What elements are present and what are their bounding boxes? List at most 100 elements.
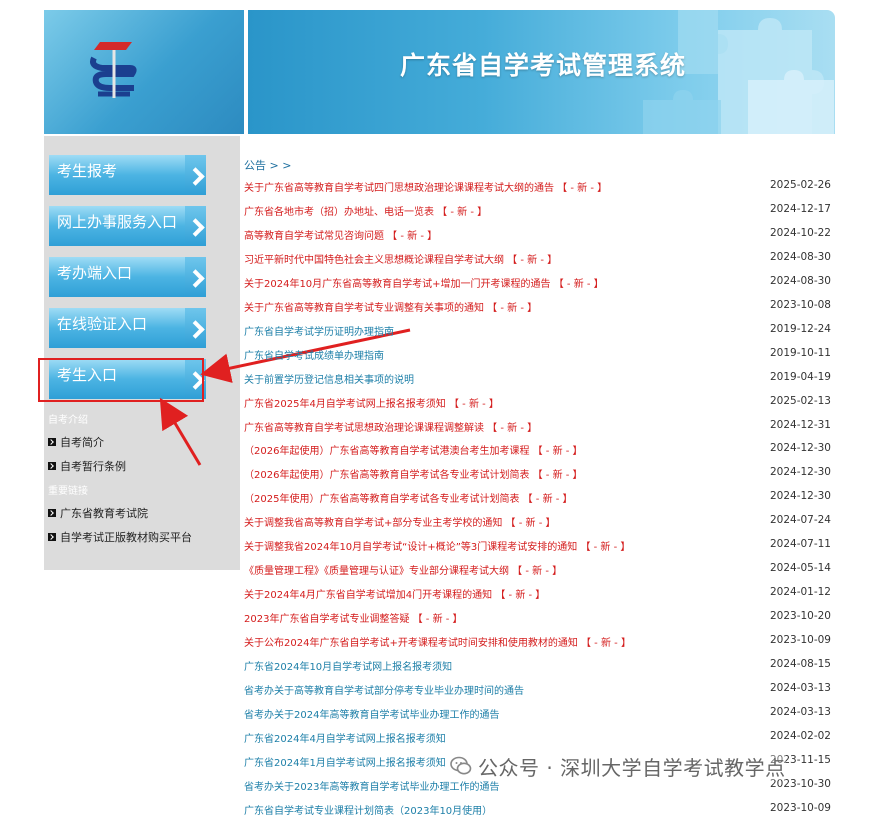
notice-title-link[interactable]: 广东省自学考试学历证明办理指南 <box>244 323 394 338</box>
menu-online-service-button[interactable]: 网上办事服务入口 <box>49 206 205 246</box>
menu-apply-exam-arrow-icon[interactable] <box>185 155 206 195</box>
notice-row: 高等教育自学考试常见咨询问题 【 - 新 - 】 2024-10-22 <box>244 227 831 245</box>
notice-date: 2024-02-02 <box>769 729 831 742</box>
notice-title-link[interactable]: 省考办关于2024年高等教育自学考试毕业办理工作的通告 <box>244 706 499 721</box>
notice-row: （2025年使用）广东省高等教育自学考试各专业考试计划简表 【 - 新 - 】 2… <box>244 490 831 508</box>
bullet-arrow-icon <box>48 533 56 541</box>
notice-row: 广东省2025年4月自学考试网上报名报考须知 【 - 新 - 】 2025-02-… <box>244 395 831 413</box>
notice-row: 《质量管理工程》《质量管理与认证》专业部分课程考试大纲 【 - 新 - 】 202… <box>244 562 831 580</box>
notice-row: 关于调整我省高等教育自学考试+部分专业主考学校的通知 【 - 新 - 】 2024… <box>244 514 831 532</box>
notice-title-link[interactable]: 广东省自学考试专业课程计划简表（2023年10月使用） <box>244 802 492 817</box>
link-textbook-platform[interactable]: 自学考试正版教材购买平台 <box>48 529 192 545</box>
notice-row: 关于2024年10月广东省高等教育自学考试+增加一门开考课程的通告 【 - 新 … <box>244 275 831 293</box>
notice-date: 2024-12-17 <box>769 202 831 215</box>
notice-row: 省考办关于2024年高等教育自学考试毕业办理工作的通告 2024-03-13 <box>244 706 831 724</box>
notice-row: 关于广东省高等教育自学考试专业调整有关事项的通知 【 - 新 - 】 2023-1… <box>244 299 831 317</box>
notice-title-link[interactable]: 省考办关于2023年高等教育自学考试毕业办理工作的通告 <box>244 778 499 793</box>
notice-row: （2026年起使用）广东省高等教育自学考试各专业考试计划简表 【 - 新 - 】… <box>244 466 831 484</box>
notice-date: 2024-01-12 <box>769 586 831 599</box>
notice-title-link[interactable]: 高等教育自学考试常见咨询问题 【 - 新 - 】 <box>244 227 437 242</box>
intro-link-overview[interactable]: 自考简介 <box>48 434 104 450</box>
notice-title-link[interactable]: 关于广东省高等教育自学考试专业调整有关事项的通知 【 - 新 - 】 <box>244 299 537 314</box>
notice-date: 2024-08-30 <box>769 250 831 263</box>
notice-title-link[interactable]: 广东省自学考试成绩单办理指南 <box>244 347 384 362</box>
notice-title-link[interactable]: 广东省2024年4月自学考试网上报名报考须知 <box>244 730 446 745</box>
menu-candidate-entry-button[interactable]: 考生入口 <box>49 359 205 399</box>
intro-link-label: 自考暂行条例 <box>60 460 126 473</box>
notice-row: 广东省2024年10月自学考试网上报名报考须知 2024-08-15 <box>244 658 831 676</box>
wechat-account-icon <box>450 756 472 775</box>
notice-row: 省考办关于高等教育自学考试部分停考专业毕业办理时间的通告 2024-03-13 <box>244 682 831 700</box>
notice-date: 2024-03-13 <box>769 681 831 694</box>
menu-online-service-arrow-icon[interactable] <box>185 206 206 246</box>
sidebar: 考生报考 网上办事服务入口 考办端入口 在线验证入口 考生入口 自考介绍 自考简… <box>44 136 240 570</box>
notice-date: 2025-02-13 <box>769 394 831 407</box>
notice-date: 2024-08-30 <box>769 274 831 287</box>
notice-date: 2025-02-26 <box>769 179 831 191</box>
notice-date: 2019-04-19 <box>769 370 831 383</box>
header-banner: 广东省自学考试管理系统 <box>248 10 835 134</box>
notice-heading-link[interactable]: 公告 > > <box>244 157 291 173</box>
important-link-label: 广东省教育考试院 <box>60 507 148 520</box>
notice-title-link[interactable]: 习近平新时代中国特色社会主义思想概论课程自学考试大纲 【 - 新 - 】 <box>244 251 557 266</box>
page-title: 广东省自学考试管理系统 <box>400 51 687 80</box>
notice-title-link[interactable]: （2026年起使用）广东省高等教育自学考试港澳台考生加考课程 【 - 新 - 】 <box>244 442 583 457</box>
notice-row: 广东省各地市考（招）办地址、电话一览表 【 - 新 - 】 2024-12-17 <box>244 203 831 221</box>
notice-date: 2024-03-13 <box>769 705 831 718</box>
intro-link-label: 自考简介 <box>60 436 104 449</box>
link-education-exam-authority[interactable]: 广东省教育考试院 <box>48 505 148 521</box>
notice-row: 关于前置学历登记信息相关事项的说明 2019-04-19 <box>244 371 831 389</box>
notice-title-link[interactable]: 广东省2025年4月自学考试网上报名报考须知 【 - 新 - 】 <box>244 395 499 410</box>
intro-link-regulations[interactable]: 自考暂行条例 <box>48 458 126 474</box>
notice-date: 2024-12-30 <box>769 466 831 479</box>
menu-online-verify-arrow-icon[interactable] <box>185 308 206 348</box>
notice-row: 广东省自学考试学历证明办理指南 2019-12-24 <box>244 323 831 341</box>
menu-candidate-entry-arrow-icon[interactable] <box>185 359 206 399</box>
notice-date: 2023-10-08 <box>769 298 831 311</box>
notice-title-link[interactable]: 关于2024年4月广东省自学考试增加4门开考课程的通知 【 - 新 - 】 <box>244 586 545 601</box>
notice-date: 2024-08-15 <box>769 658 831 670</box>
notice-title-link[interactable]: 广东省2024年10月自学考试网上报名报考须知 <box>244 658 452 673</box>
notice-title-link[interactable]: 《质量管理工程》《质量管理与认证》专业部分课程考试大纲 【 - 新 - 】 <box>244 562 562 577</box>
notice-date: 2023-10-20 <box>769 610 831 623</box>
logo-panel <box>44 10 244 134</box>
notice-date: 2024-12-30 <box>769 442 831 455</box>
notice-row: 关于调整我省2024年10月自学考试“设计+概论”等3门课程考试安排的通知 【 … <box>244 538 831 556</box>
notice-title-link[interactable]: （2025年使用）广东省高等教育自学考试各专业考试计划简表 【 - 新 - 】 <box>244 490 573 505</box>
notice-title-link[interactable]: 关于广东省高等教育自学考试四门思想政治理论课课程考试大纲的通告 【 - 新 - … <box>244 179 607 194</box>
notice-title-link[interactable]: 广东省各地市考（招）办地址、电话一览表 【 - 新 - 】 <box>244 203 487 218</box>
notice-date: 2023-10-09 <box>769 634 831 647</box>
intro-section-heading: 自考介绍 <box>48 415 88 426</box>
watermark-text: 公众号 · 深圳大学自学考试教学点 <box>478 755 786 780</box>
notice-title-link[interactable]: 2023年广东省自学考试专业调整答疑 【 - 新 - 】 <box>244 610 463 625</box>
notice-date: 2024-07-11 <box>769 538 831 551</box>
notice-title-link[interactable]: 广东省高等教育自学考试思想政治理论课课程调整解读 【 - 新 - 】 <box>244 419 537 434</box>
notice-title-link[interactable]: 关于前置学历登记信息相关事项的说明 <box>244 371 414 386</box>
menu-online-verify-button[interactable]: 在线验证入口 <box>49 308 205 348</box>
notice-row: 广东省高等教育自学考试思想政治理论课课程调整解读 【 - 新 - 】 2024-1… <box>244 419 831 437</box>
bullet-arrow-icon <box>48 509 56 517</box>
menu-exam-office-button[interactable]: 考办端入口 <box>49 257 205 297</box>
notice-date: 2024-12-31 <box>769 418 831 431</box>
notice-row: 习近平新时代中国特色社会主义思想概论课程自学考试大纲 【 - 新 - 】 2024… <box>244 251 831 269</box>
notice-title-link[interactable]: （2026年起使用）广东省高等教育自学考试各专业考试计划简表 【 - 新 - 】 <box>244 466 583 481</box>
exam-authority-logo-icon <box>90 42 137 98</box>
notice-title-link[interactable]: 关于调整我省高等教育自学考试+部分专业主考学校的通知 【 - 新 - 】 <box>244 514 556 529</box>
menu-apply-exam-button[interactable]: 考生报考 <box>49 155 205 195</box>
notice-title-link[interactable]: 关于调整我省2024年10月自学考试“设计+概论”等3门课程考试安排的通知 【 … <box>244 538 630 553</box>
notice-row: 关于公布2024年广东省自学考试+开考课程考试时间安排和使用教材的通知 【 - … <box>244 634 831 652</box>
bullet-arrow-icon <box>48 462 56 470</box>
notice-title-link[interactable]: 关于公布2024年广东省自学考试+开考课程考试时间安排和使用教材的通知 【 - … <box>244 634 631 649</box>
notice-title-link[interactable]: 省考办关于高等教育自学考试部分停考专业毕业办理时间的通告 <box>244 682 524 697</box>
notice-date: 2024-12-30 <box>769 490 831 503</box>
notice-title-link[interactable]: 关于2024年10月广东省高等教育自学考试+增加一门开考课程的通告 【 - 新 … <box>244 275 604 290</box>
notice-row: 2023年广东省自学考试专业调整答疑 【 - 新 - 】 2023-10-20 <box>244 610 831 628</box>
page: 广东省自学考试管理系统 考生报考 网上办事服务入口 考办端入口 在线验证入口 考… <box>0 0 889 817</box>
wechat-watermark: 公众号 · 深圳大学自学考试教学点 <box>450 752 786 780</box>
notice-date: 2019-10-11 <box>769 346 831 359</box>
notice-date: 2024-10-22 <box>769 226 831 239</box>
important-links-heading: 重要链接 <box>48 486 88 497</box>
notice-row: 广东省2024年4月自学考试网上报名报考须知 2024-02-02 <box>244 730 831 748</box>
notice-title-link[interactable]: 广东省2024年1月自学考试网上报名报考须知 <box>244 754 446 769</box>
menu-exam-office-arrow-icon[interactable] <box>185 257 206 297</box>
